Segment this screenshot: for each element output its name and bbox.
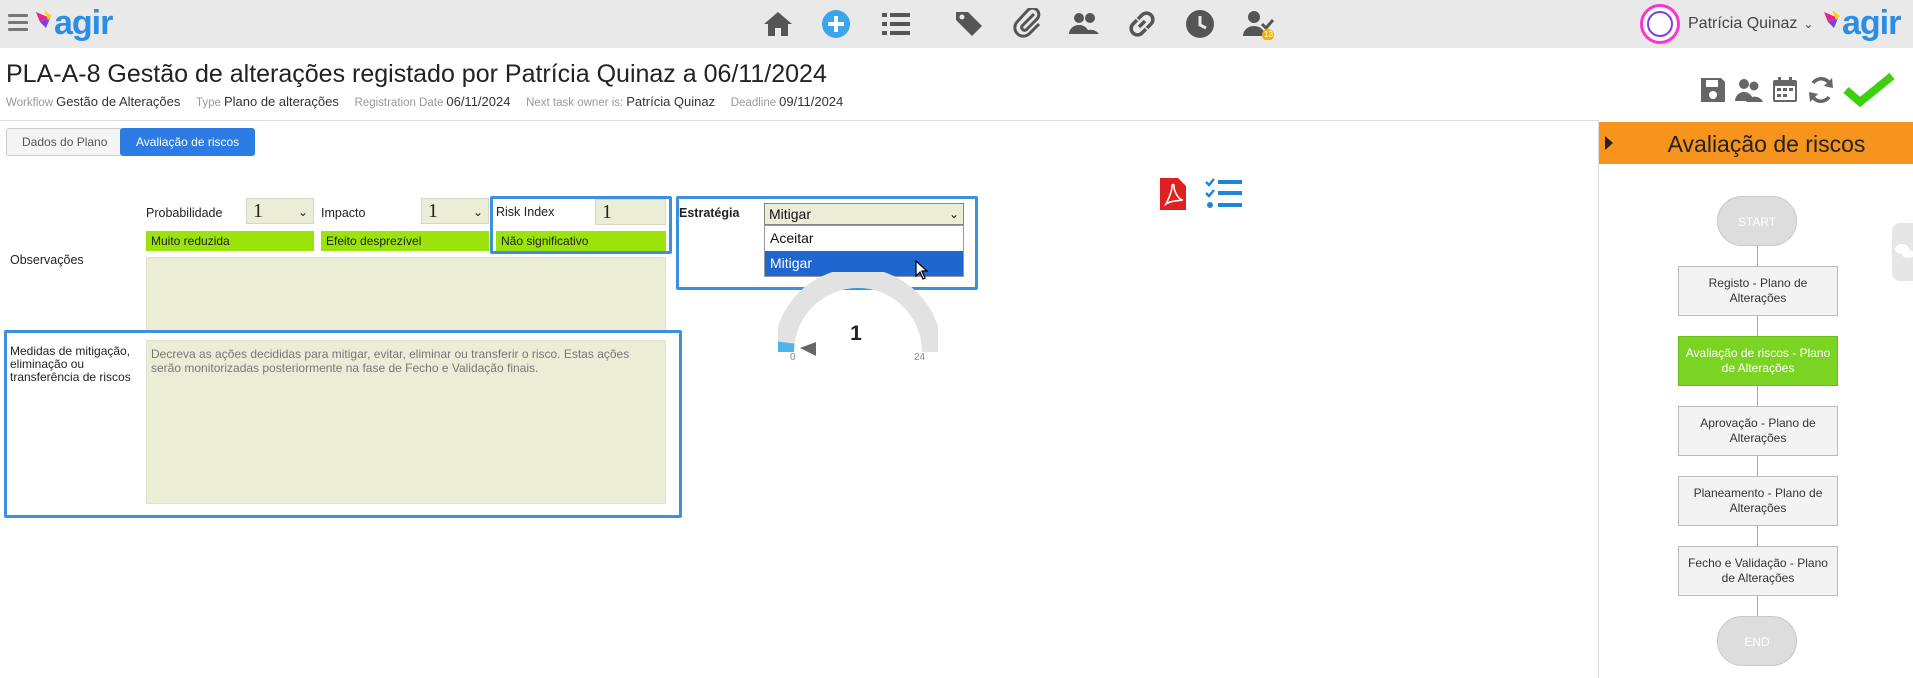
- app-logo[interactable]: agir: [34, 2, 113, 44]
- page-title: PLA-A-8 Gestão de alterações registado p…: [6, 60, 827, 88]
- workflow-step-current[interactable]: Avaliação de riscos - Plano de Alteraçõe…: [1678, 336, 1838, 386]
- pdf-icon[interactable]: [1158, 176, 1188, 212]
- meta-value-registration-date: 06/11/2024: [446, 94, 511, 109]
- medidas-label-line: transferência de riscos: [10, 370, 131, 384]
- estrategia-value: Mitigar: [769, 206, 812, 222]
- chat-icon: [1895, 244, 1913, 258]
- gauge-max: 24: [914, 352, 926, 363]
- header-divider: [0, 120, 1598, 121]
- workflow-connector: [1757, 386, 1758, 406]
- estrategia-option-aceitar[interactable]: Aceitar: [765, 226, 963, 251]
- users-icon[interactable]: [1066, 6, 1102, 42]
- meta-key-next-owner: Next task owner is:: [526, 97, 624, 109]
- workflow-panel-header[interactable]: Avaliação de riscos: [1599, 122, 1913, 164]
- checkmark-icon[interactable]: [1842, 72, 1896, 108]
- link-icon[interactable]: [1124, 6, 1160, 42]
- avatar: [1640, 4, 1680, 44]
- notification-badge: 13: [1264, 30, 1273, 39]
- chevron-down-icon: ⌄: [948, 207, 959, 221]
- chat-tab[interactable]: [1892, 223, 1913, 281]
- gauge-value: 1: [850, 322, 862, 345]
- medidas-field[interactable]: Decreva as ações decididas para mitigar,…: [146, 340, 666, 504]
- workflow-connector: [1757, 456, 1758, 476]
- impacto-value: 1: [428, 200, 438, 222]
- workflow-step[interactable]: Aprovação - Plano de Alterações: [1678, 406, 1838, 456]
- brand-logo: agir: [1822, 2, 1901, 44]
- workflow-connector: [1757, 526, 1758, 546]
- checklist-icon[interactable]: [1204, 176, 1244, 212]
- probabilidade-description: Muito reduzida: [146, 231, 314, 251]
- meta-value-workflow: Gestão de Alterações: [56, 94, 181, 109]
- meta-key-workflow: Workflow: [6, 97, 54, 109]
- user-menu[interactable]: Patrícia Quinaz ⌄: [1640, 4, 1813, 44]
- record-meta: Workflow Gestão de Alterações Type Plano d…: [6, 94, 855, 109]
- logo-text: agir: [1842, 4, 1901, 42]
- estrategia-dropdown: Aceitar Mitigar: [764, 225, 964, 277]
- meta-key-type: Type: [196, 97, 221, 109]
- impacto-select[interactable]: 1 ⌄: [421, 198, 489, 224]
- risk-index-value-field: 1: [595, 199, 666, 225]
- workflow-end: END: [1717, 616, 1797, 666]
- risk-index-description: Não significativo: [496, 231, 666, 251]
- gauge-fill: [778, 341, 795, 353]
- meta-value-deadline: 09/11/2024: [779, 94, 844, 109]
- attachment-icon[interactable]: [1010, 6, 1046, 42]
- calendar-icon[interactable]: [1768, 72, 1802, 108]
- estrategia-label: Estratégia: [679, 206, 740, 220]
- user-name: Patrícia Quinaz: [1688, 15, 1798, 32]
- tab-avaliacao-de-riscos[interactable]: Avaliação de riscos: [120, 128, 256, 156]
- chevron-down-icon: ⌄: [1803, 17, 1814, 31]
- clock-icon[interactable]: [1182, 6, 1218, 42]
- home-icon[interactable]: [760, 6, 796, 42]
- group-icon[interactable]: [1732, 72, 1766, 108]
- workflow-start: START: [1717, 196, 1797, 246]
- menu-icon[interactable]: [8, 14, 28, 32]
- add-icon[interactable]: [818, 6, 854, 42]
- workflow-panel-title: Avaliação de riscos: [1667, 131, 1866, 157]
- chevron-down-icon: ⌄: [472, 205, 483, 219]
- risk-index-label: Risk Index: [496, 205, 555, 219]
- save-icon[interactable]: [1696, 72, 1730, 108]
- probabilidade-label: Probabilidade: [146, 206, 223, 220]
- workflow-panel: Avaliação de riscos START Registo - Plan…: [1598, 120, 1913, 678]
- impacto-label: Impacto: [321, 206, 366, 220]
- risk-index-value: 1: [602, 201, 612, 223]
- workflow-connector: [1757, 246, 1758, 266]
- meta-key-registration-date: Registration Date: [354, 97, 444, 109]
- estrategia-select[interactable]: Mitigar ⌄: [764, 203, 964, 225]
- workflow-connector: [1757, 596, 1758, 616]
- impacto-description: Efeito desprezível: [321, 231, 489, 251]
- workflow-step[interactable]: Registo - Plano de Alterações: [1678, 266, 1838, 316]
- gauge-pointer: [800, 342, 816, 356]
- probabilidade-value: 1: [253, 200, 263, 222]
- user-check-icon[interactable]: 13: [1240, 6, 1276, 42]
- top-bar: agir 13 Patrícia Quinaz ⌄ agir: [0, 0, 1913, 48]
- observacoes-label: Observações: [10, 253, 84, 267]
- logo-mark-icon: [1824, 10, 1840, 28]
- probabilidade-select[interactable]: 1 ⌄: [246, 198, 314, 224]
- workflow-step[interactable]: Fecho e Validação - Plano de Alterações: [1678, 546, 1838, 596]
- chevron-down-icon: ⌄: [297, 205, 308, 219]
- tags-icon[interactable]: [952, 6, 988, 42]
- observacoes-field[interactable]: [146, 257, 666, 331]
- medidas-label: Medidas de mitigação, eliminação ou tran…: [10, 345, 131, 384]
- logo-text: agir: [54, 4, 113, 42]
- list-icon[interactable]: [878, 6, 914, 42]
- workflow-connector: [1757, 316, 1758, 336]
- meta-value-next-owner: Patrícia Quinaz: [626, 94, 716, 109]
- logo-mark-icon: [36, 10, 52, 28]
- tab-dados-do-plano[interactable]: Dados do Plano: [6, 128, 124, 156]
- workflow-step[interactable]: Planeamento - Plano de Alterações: [1678, 476, 1838, 526]
- meta-value-type: Plano de alterações: [223, 94, 339, 109]
- gauge-min: 0: [790, 352, 796, 363]
- refresh-icon[interactable]: [1804, 72, 1838, 108]
- meta-key-deadline: Deadline: [730, 97, 777, 109]
